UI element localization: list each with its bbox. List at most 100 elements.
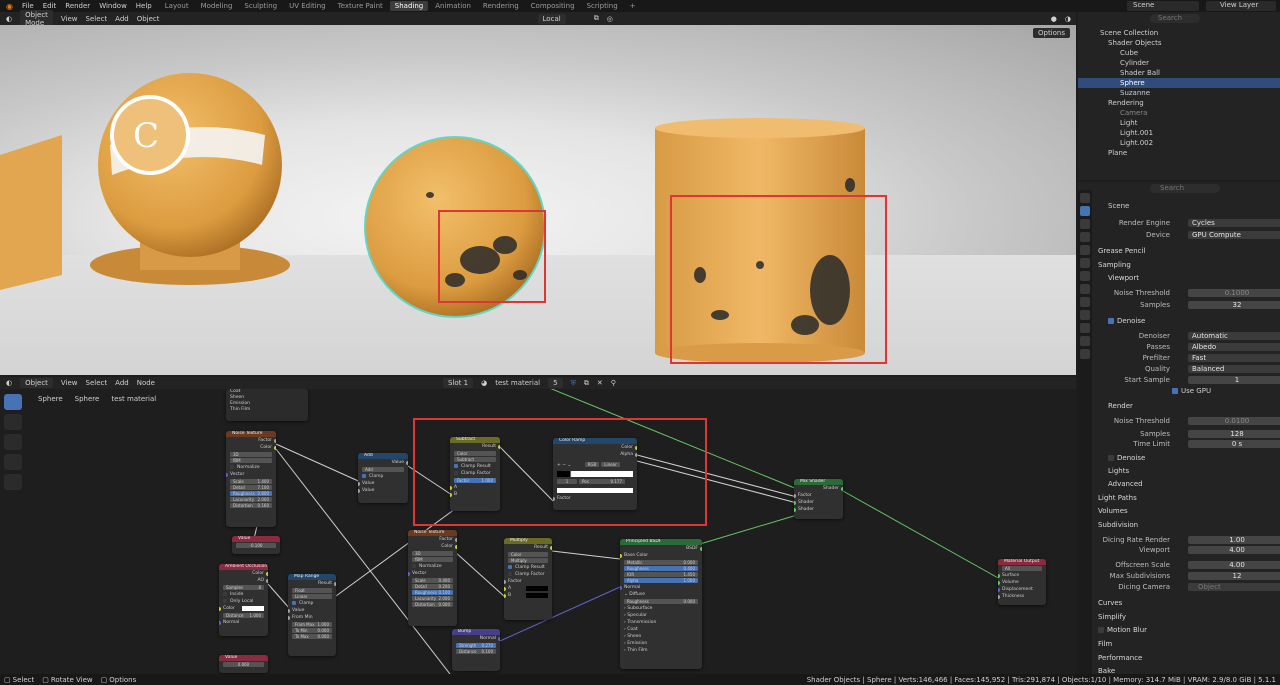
outliner-row-plane[interactable]: Plane <box>1078 148 1280 158</box>
node-ambient-occlusion[interactable]: Ambient Occlusion Color AO Samples 8 Ins… <box>219 564 268 636</box>
socket-dot[interactable] <box>266 571 268 576</box>
socket-dot[interactable] <box>274 438 276 443</box>
distortion-field[interactable]: Distortion 0.160 <box>230 503 272 508</box>
noise-type-dropdown[interactable]: fBM <box>230 458 272 463</box>
target-dropdown[interactable]: All <box>1002 566 1042 571</box>
panel-light-paths[interactable]: Light Paths <box>1098 494 1137 502</box>
object-tab-icon[interactable] <box>1080 271 1090 281</box>
outliner-search[interactable]: Search <box>1150 14 1200 23</box>
vp-menu-select[interactable]: Select <box>86 15 108 23</box>
outliner-row-light-001[interactable]: Light.001 <box>1078 128 1280 138</box>
scene-selector[interactable]: Scene <box>1127 1 1199 11</box>
ne-menu-add[interactable]: Add <box>115 379 129 387</box>
panel-subdivision[interactable]: Subdivision <box>1098 521 1138 529</box>
socket-dot[interactable] <box>226 472 228 477</box>
orientation-dropdown[interactable]: Local <box>537 13 566 24</box>
noise-type-dropdown[interactable]: fBM <box>412 557 453 562</box>
node-value-1[interactable]: Value -0.100 <box>232 536 280 554</box>
data-type-dropdown[interactable]: Float <box>292 588 332 593</box>
tab-compositing[interactable]: Compositing <box>526 1 580 11</box>
socket-dot[interactable] <box>455 537 457 542</box>
node-map-range[interactable]: Map Range Result Float Linear Clamp Valu… <box>288 574 336 656</box>
ramp-mode-dropdown[interactable]: RGB <box>584 462 600 467</box>
world-tab-icon[interactable] <box>1080 258 1090 268</box>
output-tab-icon[interactable] <box>1080 219 1090 229</box>
dimension-dropdown[interactable]: 3D <box>412 551 453 556</box>
outliner-root[interactable]: Scene Collection <box>1078 28 1280 38</box>
pin-icon[interactable]: ⚲ <box>611 379 616 387</box>
blend-dropdown[interactable]: Multiply <box>508 558 548 563</box>
subpanel-denoise[interactable]: Denoise <box>1108 317 1145 325</box>
panel-subsurface[interactable]: › Subsurface <box>620 605 702 612</box>
data-tab-icon[interactable] <box>1080 336 1090 346</box>
frame-partial-bsdf[interactable]: Coat Sheen Emission Thin Film <box>226 389 308 421</box>
socket-dot[interactable] <box>358 481 360 486</box>
render-tab-icon[interactable] <box>1080 206 1090 216</box>
socket-dot[interactable] <box>288 608 290 613</box>
detail-field[interactable]: Detail 0.200 <box>412 584 453 589</box>
material-users-count[interactable]: 5 <box>548 378 563 388</box>
subpanel-lights[interactable]: Lights <box>1108 467 1129 475</box>
panel-coat[interactable]: › Coat <box>620 626 702 633</box>
dicing-camera-field[interactable]: Object <box>1188 583 1280 591</box>
distance-field[interactable]: Distance 0.100 <box>456 649 496 654</box>
panel-thin-film[interactable]: › Thin Film <box>620 647 702 654</box>
menu-edit[interactable]: Edit <box>43 2 57 10</box>
viewport-options[interactable]: Options <box>1032 28 1070 38</box>
duplicate-material-icon[interactable]: ⧉ <box>584 379 589 388</box>
mode-dropdown[interactable]: Color <box>508 552 548 557</box>
menu-help[interactable]: Help <box>136 2 152 10</box>
socket-dot[interactable] <box>794 493 796 498</box>
outliner-row-shader-ball[interactable]: Shader Ball <box>1078 68 1280 78</box>
node-principled-bsdf[interactable]: Principled BSDF BSDF Base Color Metallic… <box>620 539 702 669</box>
denoise-checkbox[interactable] <box>1108 318 1114 324</box>
from-max-field[interactable]: From Max 1.000 <box>292 622 332 627</box>
outliner-row-shader-objects[interactable]: Shader Objects <box>1078 38 1280 48</box>
only-local-checkbox[interactable] <box>223 598 227 603</box>
panel-transmission[interactable]: › Transmission <box>620 619 702 626</box>
scale-field[interactable]: Scale 0.400 <box>412 578 453 583</box>
node-color-ramp[interactable]: Color Ramp Color Alpha + − ⌄ RGB Linear 1… <box>553 438 637 510</box>
socket-dot[interactable] <box>450 485 452 490</box>
factor-field[interactable]: Factor 1.000 <box>454 478 496 483</box>
shading-material-icon[interactable]: ◑ <box>1065 15 1071 23</box>
render-engine-dropdown[interactable]: Cycles <box>1188 219 1280 227</box>
editor-type-icon[interactable]: ◐ <box>6 15 12 23</box>
socket-dot[interactable] <box>504 593 506 598</box>
offscreen-scale-field[interactable]: 4.00 <box>1188 561 1280 569</box>
socket-dot[interactable] <box>620 553 622 558</box>
socket-dot[interactable] <box>998 587 1000 592</box>
subpanel-denoise-render[interactable]: Denoise <box>1108 454 1145 462</box>
prefilter-dropdown[interactable]: Fast <box>1188 354 1280 362</box>
tab-shading[interactable]: Shading <box>389 1 429 11</box>
snap-icon[interactable]: ⧉ <box>594 14 599 23</box>
proportional-edit-icon[interactable]: ◎ <box>607 15 613 23</box>
clamp-factor-checkbox[interactable] <box>508 571 512 576</box>
passes-dropdown[interactable]: Albedo <box>1188 343 1280 351</box>
panel-film[interactable]: Film <box>1098 640 1112 648</box>
stop-index-field[interactable]: 1 <box>557 479 577 484</box>
socket-dot[interactable] <box>219 606 221 611</box>
tab-scripting[interactable]: Scripting <box>582 1 623 11</box>
node-bump[interactable]: Bump Normal Strength 0.270 Distance 0.10… <box>452 629 500 671</box>
socket-dot[interactable] <box>794 500 796 505</box>
device-dropdown[interactable]: GPU Compute <box>1188 231 1280 239</box>
clamp-factor-checkbox[interactable] <box>454 470 458 475</box>
panel-motion-blur[interactable]: Motion Blur <box>1098 626 1147 634</box>
lacunarity-field[interactable]: Lacunarity 2.000 <box>230 497 272 502</box>
panel-emission[interactable]: › Emission <box>620 640 702 647</box>
roughness-field[interactable]: Roughness 0.100 <box>412 590 453 595</box>
socket-dot[interactable] <box>504 586 506 591</box>
modifier-tab-icon[interactable] <box>1080 284 1090 294</box>
subpanel-advanced[interactable]: Advanced <box>1108 480 1143 488</box>
socket-dot[interactable] <box>498 636 500 641</box>
menu-render[interactable]: Render <box>65 2 90 10</box>
denoise-render-checkbox[interactable] <box>1108 455 1114 461</box>
strength-field[interactable]: Strength 0.270 <box>456 643 496 648</box>
constraints-tab-icon[interactable] <box>1080 323 1090 333</box>
blend-dropdown[interactable]: Subtract <box>454 457 496 462</box>
tab-texture-paint[interactable]: Texture Paint <box>333 1 388 11</box>
add-stop-icon[interactable]: + <box>557 463 561 468</box>
material-browse-icon[interactable]: ◕ <box>481 379 487 387</box>
color-swatch[interactable] <box>242 606 264 611</box>
